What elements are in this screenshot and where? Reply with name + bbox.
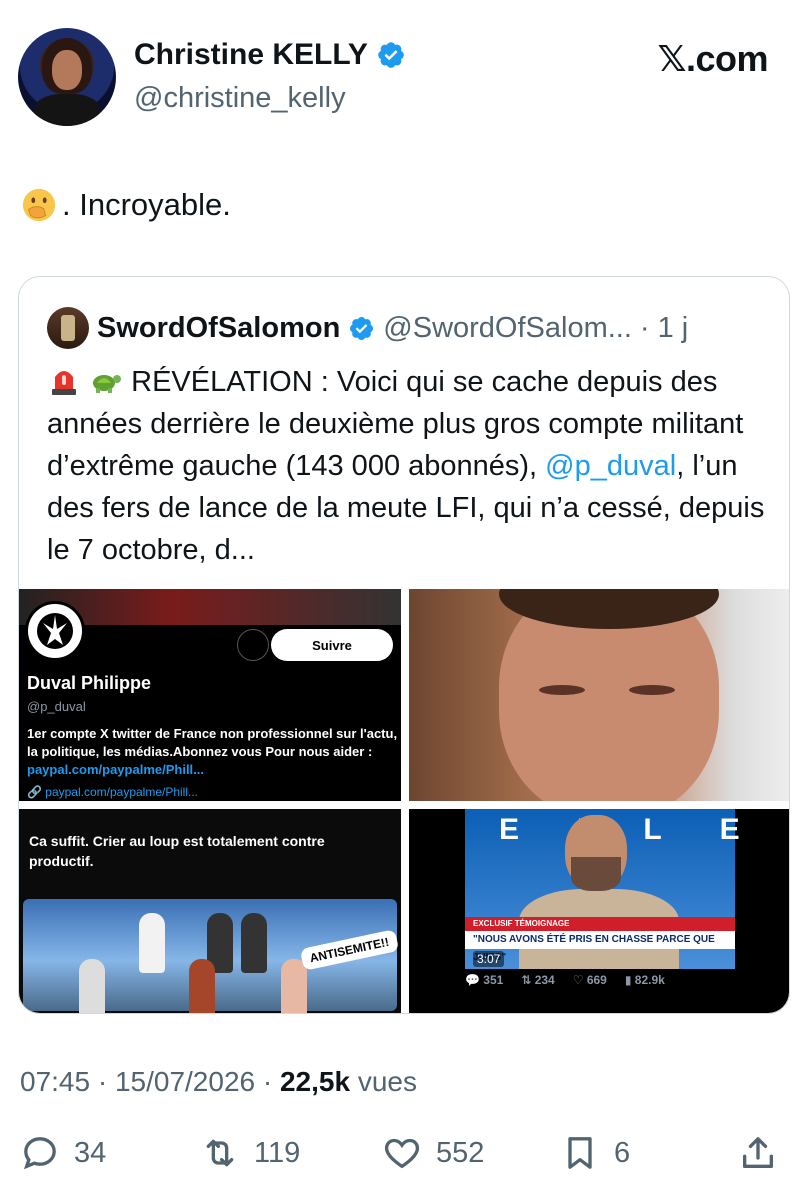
face-with-hand-over-mouth-emoji-icon	[22, 188, 56, 222]
media-video-clip[interactable]: EILE EXCLUSIF TÉMOIGNAGE "NOUS AVONS ÉTÉ…	[409, 809, 790, 1013]
repost-count: 119	[254, 1136, 301, 1169]
message-icon[interactable]	[237, 629, 269, 661]
video-views-count: 82.9k	[634, 973, 665, 987]
author-handle[interactable]: @christine_kelly	[134, 82, 346, 115]
turtle-emoji-icon	[93, 375, 122, 393]
video-duration: 3:07	[473, 951, 505, 967]
video-chyron: "NOUS AVONS ÉTÉ PRIS EN CHASSE PARCE QUE…	[465, 931, 735, 963]
profile-link: 🔗 paypal.com/paypalme/Phill...	[27, 785, 199, 799]
avatar-body	[34, 94, 100, 126]
reply-button[interactable]: 34	[20, 1133, 106, 1173]
siren-emoji-icon	[52, 371, 76, 395]
author-name-row[interactable]: Christine KELLY	[134, 38, 406, 72]
mention-link[interactable]: @p_duval	[545, 450, 676, 482]
profile-name: Duval Philippe	[27, 673, 152, 693]
repost-button[interactable]: 119	[200, 1133, 300, 1173]
face-eye-left	[539, 685, 585, 695]
cartoon-figure	[79, 959, 105, 1013]
media-image-cartoon[interactable]: Ca suffit. Crier au loup est totalement …	[19, 809, 401, 1013]
profile-bio-text: 1er compte X twitter de France non profe…	[27, 726, 398, 759]
rebel-logo-icon	[25, 601, 85, 661]
video-reposts-count: 234	[534, 973, 555, 987]
profile-handle: @p_duval	[27, 699, 86, 714]
bookmark-count: 6	[614, 1136, 631, 1169]
action-bar: 34 119 552 6	[20, 1133, 790, 1177]
face-eye-right	[629, 685, 675, 695]
video-likes-count: 669	[586, 973, 607, 987]
like-count: 552	[436, 1136, 485, 1169]
video-replies: 💬 351	[465, 973, 504, 987]
cartoon-caption: Ca suffit. Crier au loup est totalement …	[29, 833, 325, 869]
repost-icon	[206, 1139, 234, 1167]
video-lower-third: EXCLUSIF TÉMOIGNAGE	[465, 917, 735, 931]
verified-badge-icon	[350, 316, 374, 340]
cartoon-figure	[139, 913, 165, 973]
cartoon-figure	[281, 959, 307, 1013]
author-name[interactable]: Christine KELLY	[134, 38, 368, 72]
video-likes: ♡ 669	[572, 973, 607, 987]
media-image-profile[interactable]: Suivre Duval Philippe @p_duval 1er compt…	[19, 589, 401, 801]
brand-logo: 𝕏.com	[657, 38, 768, 79]
quote-header: SwordOfSalomon @SwordOfSalom... · 1 j	[47, 307, 688, 349]
video-person-beard	[571, 857, 621, 891]
cartoon-figure	[241, 913, 267, 973]
tweet-body: . Incroyable.	[62, 187, 231, 222]
share-button[interactable]	[738, 1133, 778, 1173]
media-image-face[interactable]	[409, 589, 789, 801]
video-stats: 💬 351 ⇅ 234 ♡ 669 ▮ 82.9k	[465, 973, 785, 987]
author-avatar[interactable]	[18, 28, 116, 126]
quote-avatar[interactable]	[47, 307, 89, 349]
bookmark-icon	[568, 1137, 592, 1169]
heart-icon	[384, 1138, 420, 1169]
avatar-face	[52, 50, 82, 90]
video-reposts: ⇅ 234	[521, 973, 555, 987]
views-label: vues	[350, 1066, 417, 1097]
video-views: ▮ 82.9k	[624, 973, 665, 987]
bookmark-button[interactable]: 6	[560, 1133, 630, 1173]
verified-badge-icon	[378, 42, 404, 68]
profile-bio: 1er compte X twitter de France non profe…	[27, 725, 399, 779]
quoted-tweet-card[interactable]: SwordOfSalomon @SwordOfSalom... · 1 j RÉ…	[18, 276, 790, 1014]
like-button[interactable]: 552	[382, 1133, 484, 1173]
quote-dot: ·	[639, 311, 650, 344]
quote-author-name[interactable]: SwordOfSalomon	[97, 312, 340, 345]
reply-icon	[23, 1137, 56, 1170]
tweet-time-date[interactable]: 07:45 · 15/07/2026 ·	[20, 1066, 280, 1097]
cartoon-figure	[189, 959, 215, 1013]
profile-bio-link: paypal.com/paypalme/Phill...	[27, 762, 205, 777]
quote-text: RÉVÉLATION : Voici qui se cache depuis d…	[47, 361, 777, 571]
views-count: 22,5k	[279, 1066, 351, 1097]
tweet-meta: 07:45 · 15/07/2026 · 22,5k vues	[20, 1066, 417, 1098]
reply-count: 34	[74, 1136, 107, 1169]
tweet-text: . Incroyable.	[20, 186, 231, 224]
video-backdrop-letters: EILE	[499, 813, 790, 846]
share-icon	[743, 1137, 773, 1168]
quote-time[interactable]: 1 j	[658, 312, 689, 345]
video-replies-count: 351	[483, 973, 504, 987]
follow-button[interactable]: Suivre	[271, 629, 393, 661]
quote-author-handle[interactable]: @SwordOfSalom...	[383, 312, 632, 345]
media-grid: Suivre Duval Philippe @p_duval 1er compt…	[19, 589, 790, 1013]
